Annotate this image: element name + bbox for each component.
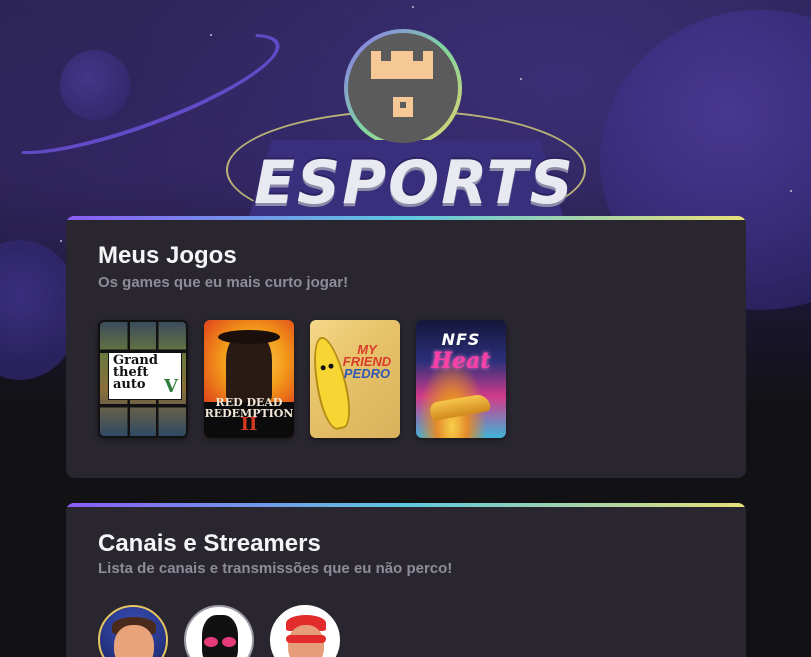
logo-face-notch [381,51,391,61]
games-title: Meus Jogos [98,242,237,269]
avatar-glasses [286,635,326,643]
logo-mascot-mouth [393,97,413,117]
star-decoration [412,6,414,8]
pedro-cover-line-3: PEDRO [343,366,391,381]
avatar-mask [202,615,238,657]
rdr-cover-text: RED DEAD REDEMPTION II [204,397,294,435]
logo-mouth-dot [400,102,406,108]
logo-mascot-face [371,51,433,79]
game-cover-my-friend-pedro[interactable]: MY FRIEND PEDRO [310,320,400,438]
page: ESPORTS Meus Jogos Os games que eu mais … [0,0,811,657]
streamer-avatar-1[interactable] [98,605,168,657]
games-subtitle: Os games que eu mais curto jogar! [98,274,349,291]
nfs-cover-badge: Heat [431,348,491,374]
game-cover-nfs-heat[interactable]: NFS Heat [416,320,506,438]
logo-mascot-head [348,33,458,143]
nfs-cover-title: NFS [441,330,481,349]
gta-logo-box: Grand theft auto V [108,352,182,400]
avatar-eye [204,637,218,647]
logo-text: ESPORTS [254,148,575,218]
avatar-face [114,625,154,657]
pedro-eye [328,363,334,370]
pedro-cover-text: MY FRIEND PEDRO [338,343,396,381]
rdr-cover-badge: II [240,414,258,435]
streamer-avatar-3[interactable] [270,605,340,657]
streamers-list [98,605,340,657]
gta-cover-badge: V [164,376,178,397]
star-decoration [210,34,212,36]
esports-logo: ESPORTS [226,29,586,230]
pedro-eye [320,364,327,371]
streamers-title: Canais e Streamers [98,530,321,557]
streamer-avatar-2[interactable] [184,605,254,657]
logo-face-notch [413,51,423,61]
streamers-card: Canais e Streamers Lista de canais e tra… [66,503,746,657]
star-decoration [790,190,792,192]
streamers-subtitle: Lista de canais e transmissões que eu nã… [98,560,453,577]
rdr-cowboy-hat [218,330,280,344]
games-list: Grand theft auto V RED DEAD REDEMPTION I… [98,320,506,438]
game-cover-gta-v[interactable]: Grand theft auto V [98,320,188,438]
nfs-car [428,392,492,422]
game-cover-red-dead-redemption-2[interactable]: RED DEAD REDEMPTION II [204,320,294,438]
avatar-eye [222,637,236,647]
star-decoration [60,240,62,242]
games-card: Meus Jogos Os games que eu mais curto jo… [66,216,746,478]
